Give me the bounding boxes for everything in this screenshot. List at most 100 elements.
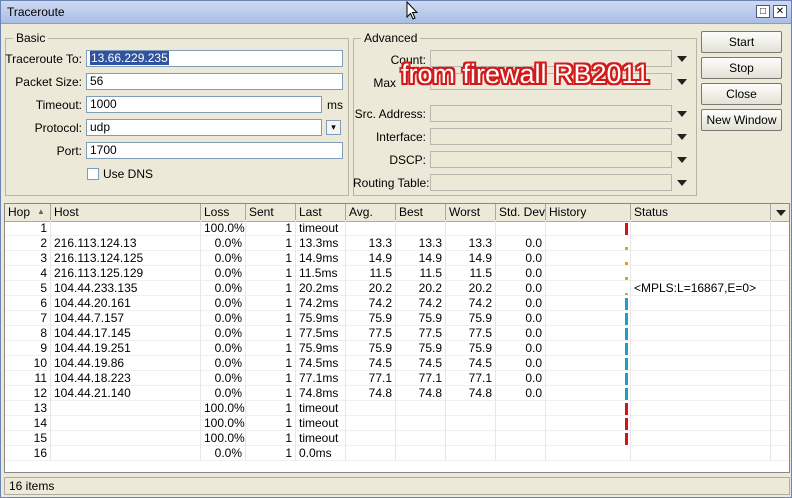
table-row[interactable]: 7 104.44.7.157 0.0% 1 75.9ms 75.9 75.9 75.9 0.0 <box>5 311 789 326</box>
packet-size-input[interactable]: 56 <box>86 73 343 90</box>
cell-sent: 1 <box>246 431 296 446</box>
history-bar <box>625 433 628 445</box>
table-row[interactable]: 8 104.44.17.145 0.0% 1 77.5ms 77.5 77.5 77.5 0.0 <box>5 326 789 341</box>
cell-loss: 0.0% <box>201 326 246 341</box>
routing-table-label: Routing Table: <box>353 176 430 190</box>
cell-filler <box>771 236 789 251</box>
column-header-status[interactable]: Status <box>631 204 771 220</box>
cell-last: 74.8ms <box>296 386 346 401</box>
cell-last: timeout <box>296 221 346 236</box>
src-address-dropdown-icon[interactable] <box>677 111 687 117</box>
table-row[interactable]: 10 104.44.19.86 0.0% 1 74.5ms 74.5 74.5 74.5 0.0 <box>5 356 789 371</box>
routing-table-input[interactable] <box>430 174 672 191</box>
table-row[interactable]: 2 216.113.124.13 0.0% 1 13.3ms 13.3 13.3 13.3 0.… <box>5 236 789 251</box>
cell-best: 20.2 <box>396 281 446 296</box>
column-header-host[interactable]: Host <box>51 204 201 220</box>
interface-dropdown-icon[interactable] <box>677 134 687 140</box>
column-header-avg[interactable]: Avg. <box>346 204 396 220</box>
port-input[interactable]: 1700 <box>86 142 343 159</box>
column-header-hop[interactable]: Hop ▲ <box>5 204 51 220</box>
cell-best <box>396 431 446 446</box>
restore-icon[interactable]: □ <box>756 5 770 18</box>
table-row[interactable]: 5 104.44.233.135 0.0% 1 20.2ms 20.2 20.2 20.2 0.… <box>5 281 789 296</box>
cell-best: 77.5 <box>396 326 446 341</box>
table-row[interactable]: 3 216.113.124.125 0.0% 1 14.9ms 14.9 14.9 14.9 0… <box>5 251 789 266</box>
overlay-annotation: from firewall RB2011 <box>401 59 650 89</box>
cell-host: 104.44.18.223 <box>51 371 201 386</box>
cell-status <box>631 236 771 251</box>
cell-filler <box>771 446 789 461</box>
use-dns-checkbox[interactable] <box>87 168 99 180</box>
src-address-input[interactable] <box>430 105 672 122</box>
cell-best: 11.5 <box>396 266 446 281</box>
cell-best <box>396 401 446 416</box>
use-dns-label: Use DNS <box>103 167 154 181</box>
cell-loss: 0.0% <box>201 311 246 326</box>
table-row[interactable]: 13 100.0% 1 timeout <box>5 401 789 416</box>
column-header-best[interactable]: Best <box>396 204 446 220</box>
cell-host: 104.44.19.251 <box>51 341 201 356</box>
column-header-loss[interactable]: Loss <box>201 204 246 220</box>
column-header-sent[interactable]: Sent <box>246 204 296 220</box>
cell-worst <box>446 221 496 236</box>
column-menu-icon[interactable] <box>771 204 789 220</box>
column-header-worst[interactable]: Worst <box>446 204 496 220</box>
protocol-dropdown-icon[interactable]: ▾ <box>326 120 341 135</box>
results-table[interactable]: Hop ▲ Host Loss Sent Last Avg. Best Worst Std. De… <box>4 203 790 473</box>
cell-std-dev: 0.0 <box>496 326 546 341</box>
max-dropdown-icon[interactable] <box>677 79 687 85</box>
cell-last: 74.5ms <box>296 356 346 371</box>
column-header-history[interactable]: History <box>546 204 631 220</box>
table-row[interactable]: 6 104.44.20.161 0.0% 1 74.2ms 74.2 74.2 74.2 0.0 <box>5 296 789 311</box>
routing-table-dropdown-icon[interactable] <box>677 180 687 186</box>
dscp-input[interactable] <box>430 151 672 168</box>
stop-button[interactable]: Stop <box>701 57 782 79</box>
cell-host: 104.44.19.86 <box>51 356 201 371</box>
cell-avg: 75.9 <box>346 311 396 326</box>
src-address-label: Src. Address: <box>354 107 426 121</box>
close-button[interactable]: Close <box>701 83 782 105</box>
cell-worst: 74.5 <box>446 356 496 371</box>
cell-host: 216.113.124.13 <box>51 236 201 251</box>
cell-status <box>631 416 771 431</box>
table-row[interactable]: 11 104.44.18.223 0.0% 1 77.1ms 77.1 77.1 77.1 0.… <box>5 371 789 386</box>
cell-std-dev <box>496 446 546 461</box>
cell-loss: 0.0% <box>201 356 246 371</box>
cell-avg <box>346 221 396 236</box>
table-row[interactable]: 9 104.44.19.251 0.0% 1 75.9ms 75.9 75.9 75.9 0.0 <box>5 341 789 356</box>
table-row[interactable]: 4 216.113.125.129 0.0% 1 11.5ms 11.5 11.5 11.5 0… <box>5 266 789 281</box>
cell-loss: 0.0% <box>201 341 246 356</box>
close-icon[interactable]: ✕ <box>773 5 787 18</box>
cell-last: timeout <box>296 401 346 416</box>
cell-host: 216.113.125.129 <box>51 266 201 281</box>
timeout-input[interactable]: 1000 <box>86 96 322 113</box>
dscp-dropdown-icon[interactable] <box>677 157 687 163</box>
column-header-std-dev[interactable]: Std. Dev. <box>496 204 546 220</box>
cell-avg: 13.3 <box>346 236 396 251</box>
cell-host: 216.113.124.125 <box>51 251 201 266</box>
interface-input[interactable] <box>430 128 672 145</box>
column-header-last[interactable]: Last <box>296 204 346 220</box>
count-dropdown-icon[interactable] <box>677 56 687 62</box>
new-window-button[interactable]: New Window <box>701 109 782 131</box>
start-button[interactable]: Start <box>701 31 782 53</box>
table-row[interactable]: 14 100.0% 1 timeout <box>5 416 789 431</box>
cell-hop: 7 <box>5 311 51 326</box>
cell-hop: 13 <box>5 401 51 416</box>
cell-sent: 1 <box>246 221 296 236</box>
cell-best: 74.5 <box>396 356 446 371</box>
title-bar[interactable]: Traceroute □ ✕ <box>1 1 791 24</box>
table-row[interactable]: 16 0.0% 1 0.0ms <box>5 446 789 461</box>
table-row[interactable]: 12 104.44.21.140 0.0% 1 74.8ms 74.8 74.8 74.8 0.… <box>5 386 789 401</box>
history-bar <box>625 403 628 415</box>
table-row[interactable]: 15 100.0% 1 timeout <box>5 431 789 446</box>
cell-best: 75.9 <box>396 311 446 326</box>
history-bar <box>625 223 628 235</box>
cell-filler <box>771 386 789 401</box>
protocol-select[interactable]: udp <box>86 119 322 136</box>
cell-std-dev: 0.0 <box>496 356 546 371</box>
cell-worst: 77.5 <box>446 326 496 341</box>
cell-avg: 14.9 <box>346 251 396 266</box>
traceroute-to-input[interactable]: 13.66.229.235 <box>86 50 343 67</box>
table-row[interactable]: 1 100.0% 1 timeout <box>5 221 789 236</box>
